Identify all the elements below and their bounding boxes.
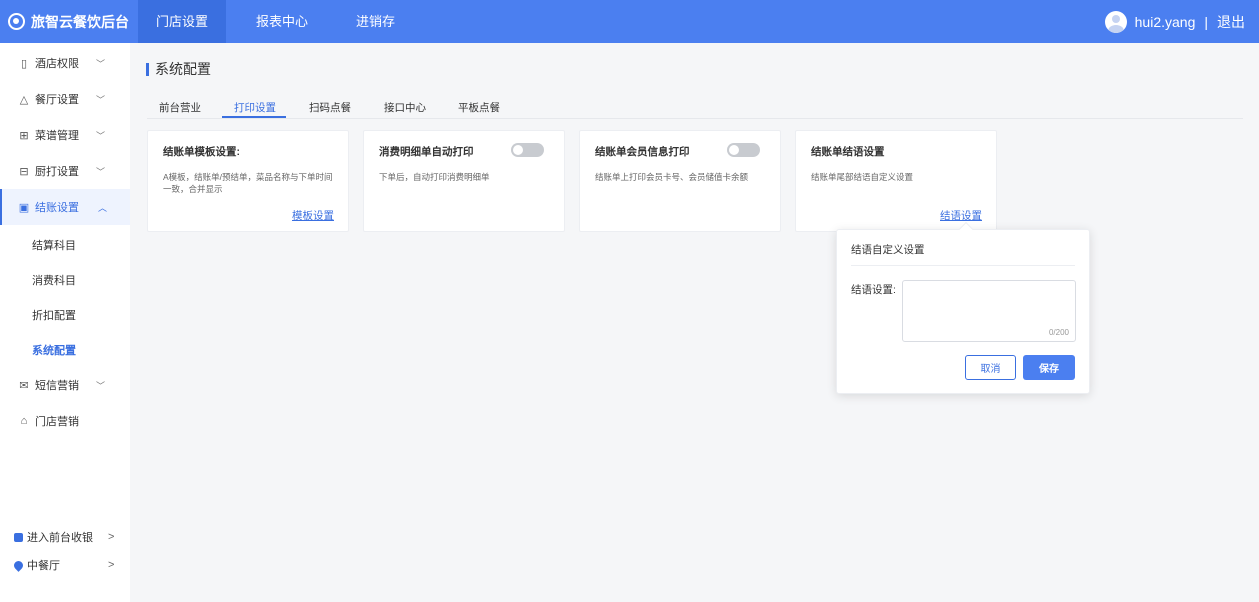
card-auto-print-details: 消费明细单自动打印 下单后，自动打印消费明细单 [363, 130, 565, 232]
sidebar-item-menu-management[interactable]: ⊞ 菜谱管理 ﹀ [0, 117, 130, 153]
chevron-right-icon: > [108, 531, 115, 543]
card-description: A模板，结账单/预结单，菜品名称与下单时间一致，合并显示 [163, 172, 333, 194]
closing-remarks-link[interactable]: 结语设置 [940, 208, 982, 223]
closing-remarks-popover: 结语自定义设置 结语设置: 0/200 取消 保存 [836, 221, 1090, 394]
tab-bar: 前台营业 打印设置 扫码点餐 接口中心 平板点餐 [147, 96, 1243, 119]
member-info-toggle[interactable] [727, 143, 760, 157]
active-tab-indicator [222, 116, 286, 118]
page-title-text: 系统配置 [155, 61, 211, 77]
sidebar-sub-settlement-items[interactable]: 结算科目 [32, 237, 76, 253]
sidebar-item-label: 菜谱管理 [35, 130, 79, 142]
tab-print-settings[interactable]: 打印设置 [234, 100, 276, 115]
template-settings-link[interactable]: 模板设置 [292, 208, 334, 223]
card-title: 消费明细单自动打印 [379, 146, 474, 158]
tab-api-center[interactable]: 接口中心 [384, 100, 426, 115]
bottom-item-label: 进入前台收银 [27, 532, 93, 544]
sidebar-item-restaurant-settings[interactable]: △ 餐厅设置 ﹀ [0, 81, 130, 117]
sidebar-item-label: 厨打设置 [35, 166, 79, 178]
sidebar: ▯ 酒店权限 ﹀ △ 餐厅设置 ﹀ ⊞ 菜谱管理 ﹀ ⊟ 厨打设置 ﹀ ▣ 结账… [0, 43, 130, 602]
page-title: 系统配置 [146, 59, 211, 79]
char-counter: 0/200 [1048, 328, 1069, 337]
card-description: 结账单尾部结语自定义设置 [811, 172, 914, 182]
hotel-icon: ▯ [20, 57, 28, 70]
sidebar-item-label: 结账设置 [35, 202, 79, 214]
location-pin-icon [12, 558, 25, 572]
top-nav: 门店设置 报表中心 进销存 [138, 0, 425, 43]
user-name[interactable]: hui2.yang [1135, 14, 1196, 30]
title-accent-bar [146, 62, 149, 76]
enter-cashier-link[interactable]: 进入前台收银 > [0, 527, 130, 547]
sidebar-item-store-marketing[interactable]: ⌂ 门店营销 [0, 403, 130, 439]
card-description: 结账单上打印会员卡号、会员储值卡余额 [595, 172, 749, 182]
card-member-info-print: 结账单会员信息打印 结账单上打印会员卡号、会员储值卡余额 [579, 130, 781, 232]
brand-name: 旅智云餐饮后台 [31, 13, 129, 30]
sidebar-item-label: 门店营销 [35, 416, 79, 428]
chevron-down-icon: ﹀ [96, 94, 106, 105]
closing-remarks-textarea[interactable]: 0/200 [902, 280, 1076, 342]
chevron-right-icon: > [108, 559, 115, 571]
sidebar-sub-consumption-items[interactable]: 消费科目 [32, 272, 76, 288]
topnav-store-settings[interactable]: 门店设置 [138, 0, 227, 43]
menu-grid-icon: ⊞ [19, 129, 29, 142]
sidebar-item-checkout-settings[interactable]: ▣ 结账设置 ︿ [0, 189, 130, 225]
user-box: hui2.yang | 退出 [1104, 0, 1245, 43]
sidebar-sub-system-config[interactable]: 系统配置 [32, 342, 76, 358]
tab-scan-order[interactable]: 扫码点餐 [309, 100, 351, 115]
popover-title: 结语自定义设置 [851, 244, 925, 256]
topnav-inventory[interactable]: 进销存 [338, 0, 413, 43]
tab-front-desk[interactable]: 前台营业 [159, 100, 201, 115]
restaurant-selector[interactable]: 中餐厅 > [0, 555, 130, 575]
bottom-item-label: 中餐厅 [27, 560, 60, 572]
logout-link[interactable]: 退出 [1217, 12, 1245, 32]
sidebar-item-kitchen-print[interactable]: ⊟ 厨打设置 ﹀ [0, 153, 130, 189]
checkout-icon: ▣ [18, 201, 30, 214]
restaurant-icon: △ [19, 93, 29, 106]
cashier-icon [14, 532, 23, 542]
sidebar-sub-discount-config[interactable]: 折扣配置 [32, 307, 76, 323]
avatar-icon[interactable] [1104, 10, 1127, 33]
sidebar-item-label: 餐厅设置 [35, 94, 79, 106]
chevron-up-icon: ︿ [98, 202, 108, 213]
sidebar-item-sms-marketing[interactable]: ✉ 短信营销 ﹀ [0, 367, 130, 403]
sidebar-item-label: 酒店权限 [35, 58, 79, 70]
card-title: 结账单结语设置 [811, 146, 885, 158]
save-button[interactable]: 保存 [1023, 355, 1075, 380]
user-separator: | [1204, 13, 1208, 30]
card-bill-template: 结账单模板设置: A模板，结账单/预结单，菜品名称与下单时间一致，合并显示 模板… [147, 130, 349, 232]
chevron-down-icon: ﹀ [96, 130, 106, 141]
brand-logo-icon [8, 13, 25, 30]
closing-remarks-label: 结语设置: [851, 284, 896, 296]
brand[interactable]: 旅智云餐饮后台 [0, 0, 130, 43]
tab-tablet-order[interactable]: 平板点餐 [458, 100, 500, 115]
chevron-down-icon: ﹀ [96, 166, 106, 177]
card-title: 结账单会员信息打印 [595, 146, 690, 158]
mail-icon: ✉ [19, 379, 29, 392]
card-closing-remarks: 结账单结语设置 结账单尾部结语自定义设置 结语设置 [795, 130, 997, 232]
sidebar-item-hotel-permissions[interactable]: ▯ 酒店权限 ﹀ [0, 45, 130, 81]
auto-print-toggle[interactable] [511, 143, 544, 157]
cancel-button[interactable]: 取消 [965, 355, 1016, 380]
chevron-down-icon: ﹀ [96, 380, 106, 391]
popover-divider [851, 265, 1075, 266]
card-description: 下单后，自动打印消费明细单 [379, 172, 490, 182]
top-bar: 旅智云餐饮后台 门店设置 报表中心 进销存 hui2.yang | 退出 [0, 0, 1259, 43]
card-title: 结账单模板设置: [163, 146, 240, 158]
chevron-down-icon: ﹀ [96, 58, 106, 69]
kitchen-print-icon: ⊟ [19, 165, 29, 178]
sidebar-item-label: 短信营销 [35, 380, 79, 392]
store-icon: ⌂ [20, 415, 28, 427]
topnav-report-center[interactable]: 报表中心 [238, 0, 326, 43]
